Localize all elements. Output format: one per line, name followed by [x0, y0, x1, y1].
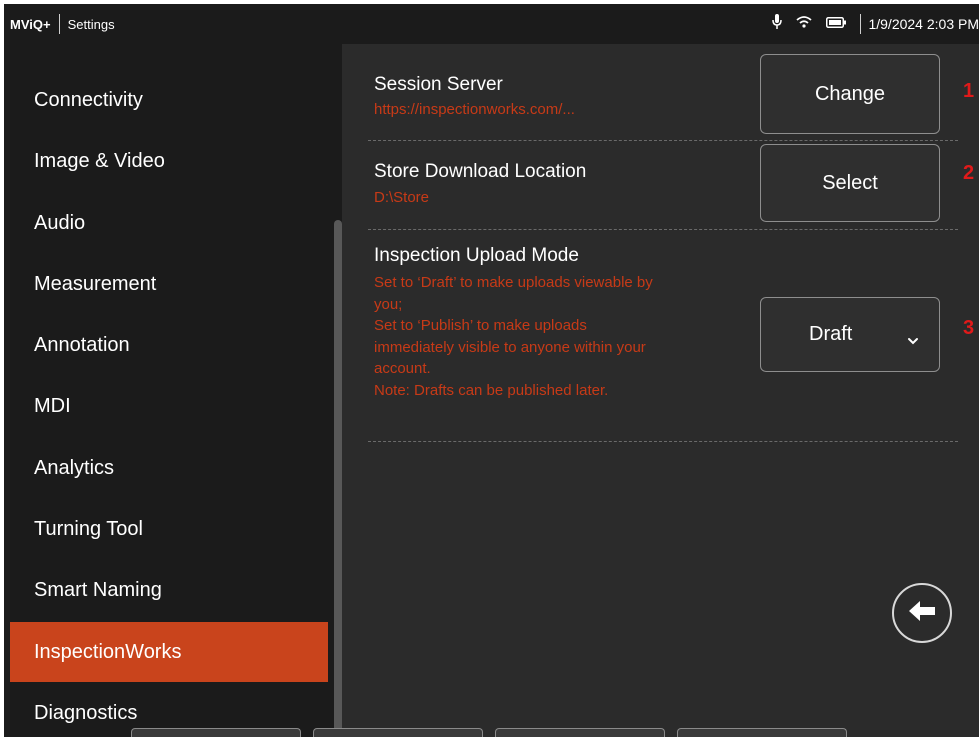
- session-server-title: Session Server: [374, 74, 503, 95]
- status-indicators: 1/9/2024 2:03 PM: [772, 4, 979, 44]
- upload-mode-desc-line: you;: [374, 295, 403, 313]
- sidebar-item-annotation[interactable]: Annotation: [10, 315, 328, 375]
- sidebar-item-analytics[interactable]: Analytics: [10, 438, 328, 498]
- taskbar-tab[interactable]: [677, 728, 847, 737]
- status-bar: MViQ+ Settings 1/9/2024 2:03 PM: [4, 4, 979, 44]
- sidebar-item-turning-tool[interactable]: Turning Tool: [10, 499, 328, 559]
- sidebar-item-inspectionworks[interactable]: InspectionWorks: [10, 622, 328, 682]
- microphone-icon: [772, 13, 783, 35]
- row-divider: [368, 229, 958, 230]
- row-divider: [368, 140, 958, 141]
- back-button[interactable]: [892, 583, 952, 643]
- upload-mode-desc-line: immediately visible to anyone within you…: [374, 338, 646, 356]
- upload-mode-selected: Draft: [809, 323, 853, 345]
- session-server-value: https://inspectionworks.com/...: [374, 101, 575, 118]
- sidebar-scrollbar[interactable]: [334, 220, 342, 737]
- upload-mode-dropdown[interactable]: Draft: [760, 297, 940, 372]
- callout-marker-1: 1: [963, 80, 975, 102]
- status-datetime: 1/9/2024 2:03 PM: [868, 16, 979, 32]
- wifi-icon: [796, 15, 813, 33]
- sidebar-item-connectivity[interactable]: Connectivity: [10, 70, 328, 130]
- upload-mode-description: Set to ‘Draft’ to make uploads viewable …: [374, 272, 746, 401]
- battery-icon: [826, 15, 847, 33]
- sidebar-item-audio[interactable]: Audio: [10, 193, 328, 253]
- sidebar-item-measurement[interactable]: Measurement: [10, 254, 328, 314]
- upload-mode-desc-line: account.: [374, 360, 431, 377]
- chevron-down-icon: [907, 328, 919, 351]
- taskbar-tab[interactable]: [495, 728, 665, 737]
- settings-sidebar: Connectivity Image & Video Audio Measure…: [4, 44, 342, 737]
- change-server-button[interactable]: Change: [760, 54, 940, 134]
- select-location-button[interactable]: Select: [760, 144, 940, 222]
- upload-mode-desc-line: Set to ‘Draft’ to make uploads viewable …: [374, 274, 653, 291]
- callout-marker-3: 3: [963, 317, 975, 339]
- store-download-title: Store Download Location: [374, 161, 587, 182]
- sidebar-item-image-video[interactable]: Image & Video: [10, 131, 328, 191]
- sidebar-item-smart-naming[interactable]: Smart Naming: [10, 560, 328, 620]
- device-screen: MViQ+ Settings 1/9/2024 2:03 PM Connecti…: [4, 4, 979, 737]
- page-title: Settings: [67, 16, 115, 32]
- upload-mode-desc-line: Note: Drafts can be published later.: [374, 381, 609, 399]
- settings-content: Session Server https://inspectionworks.c…: [346, 44, 979, 737]
- upload-mode-desc-line: Set to ‘Publish’ to make uploads: [374, 317, 587, 334]
- store-download-value: D:\Store: [374, 189, 430, 206]
- upload-mode-title: Inspection Upload Mode: [374, 245, 579, 266]
- row-divider: [368, 441, 958, 442]
- app-name: MViQ+: [10, 16, 51, 32]
- status-separator: [860, 14, 862, 34]
- taskbar-tab[interactable]: [131, 728, 301, 737]
- sidebar-item-mdi[interactable]: MDI: [10, 376, 328, 436]
- back-arrow-icon: [907, 599, 937, 628]
- title-separator: [58, 14, 60, 34]
- callout-marker-2: 2: [963, 162, 975, 184]
- taskbar-tab[interactable]: [313, 728, 483, 737]
